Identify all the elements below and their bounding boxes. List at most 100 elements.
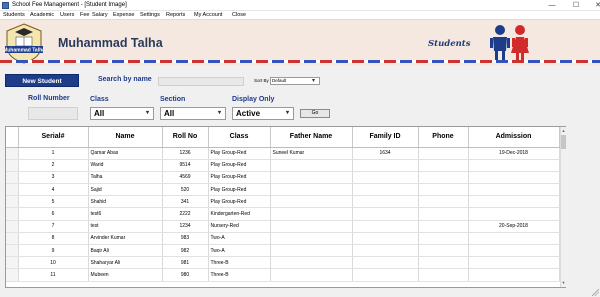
cell-name[interactable]: Arvinder Kumar <box>88 232 163 246</box>
cell-roll-no[interactable]: 1236 <box>162 147 209 160</box>
new-student-button[interactable]: New Student <box>5 74 79 87</box>
scrollbar-thumb[interactable] <box>561 135 566 149</box>
menu-expense[interactable]: Expense <box>113 11 134 20</box>
cell-roll-no[interactable]: 9514 <box>162 159 209 172</box>
scroll-up-icon[interactable]: ▲ <box>560 127 567 134</box>
cell-admission[interactable] <box>468 159 560 172</box>
row-selector[interactable] <box>6 244 19 258</box>
section-select[interactable]: All ▾ <box>160 107 226 120</box>
cell-family-id[interactable] <box>352 195 419 209</box>
cell-family-id[interactable] <box>352 220 419 233</box>
menu-settings[interactable]: Settings <box>140 11 160 20</box>
table-row[interactable]: 9 Baqir Ali 982 Two-A <box>6 244 560 258</box>
cell-serial[interactable]: 9 <box>18 244 89 258</box>
row-selector[interactable] <box>6 220 19 233</box>
cell-family-id[interactable]: 1634 <box>352 147 419 160</box>
cell-roll-no[interactable]: 981 <box>162 256 209 270</box>
menu-close[interactable]: Close <box>232 11 246 20</box>
column-header-roll-no[interactable]: Roll No <box>162 127 209 148</box>
row-selector[interactable] <box>6 171 19 185</box>
resize-grip-icon[interactable] <box>592 289 599 296</box>
cell-roll-no[interactable]: 4569 <box>162 171 209 185</box>
cell-family-id[interactable] <box>352 244 419 258</box>
cell-family-id[interactable] <box>352 171 419 185</box>
table-row[interactable]: 5 Shahid 341 Play Group-Red <box>6 195 560 209</box>
cell-name[interactable]: Sajid <box>88 183 163 197</box>
cell-name[interactable]: Shaharyar Ali <box>88 256 163 270</box>
cell-class[interactable]: Play Group-Red <box>208 147 271 160</box>
cell-name[interactable]: test <box>88 220 163 233</box>
table-row[interactable]: 2 Warid 9514 Play Group-Red <box>6 159 560 172</box>
students-grid[interactable]: Serial# Name Roll No Class Father Name F… <box>5 126 566 288</box>
cell-admission[interactable] <box>468 171 560 185</box>
cell-phone[interactable] <box>418 244 469 258</box>
cell-admission[interactable] <box>468 183 560 197</box>
row-selector[interactable] <box>6 195 19 209</box>
cell-roll-no[interactable]: 983 <box>162 232 209 246</box>
cell-father-name[interactable] <box>270 159 353 172</box>
cell-name[interactable]: Mubeen <box>88 268 163 282</box>
menu-reports[interactable]: Reports <box>166 11 185 20</box>
column-header-serial[interactable]: Serial# <box>18 127 89 148</box>
cell-serial[interactable]: 2 <box>18 159 89 172</box>
cell-class[interactable]: Play Group-Red <box>208 171 271 185</box>
column-header-phone[interactable]: Phone <box>418 127 469 148</box>
cell-father-name[interactable] <box>270 171 353 185</box>
cell-roll-no[interactable]: 980 <box>162 268 209 282</box>
cell-admission[interactable]: 20-Sep-2018 <box>468 220 560 233</box>
cell-father-name[interactable] <box>270 232 353 246</box>
cell-name[interactable]: Talha <box>88 171 163 185</box>
row-selector[interactable] <box>6 207 19 221</box>
cell-class[interactable]: Play Group-Red <box>208 195 271 209</box>
menu-users[interactable]: Users <box>60 11 74 20</box>
cell-family-id[interactable] <box>352 268 419 282</box>
cell-phone[interactable] <box>418 171 469 185</box>
cell-father-name[interactable] <box>270 256 353 270</box>
cell-phone[interactable] <box>418 220 469 233</box>
cell-roll-no[interactable]: 520 <box>162 183 209 197</box>
cell-serial[interactable]: 1 <box>18 147 89 160</box>
cell-class[interactable]: Play Group-Red <box>208 183 271 197</box>
cell-father-name[interactable] <box>270 268 353 282</box>
cell-class[interactable]: Two-A <box>208 244 271 258</box>
cell-phone[interactable] <box>418 195 469 209</box>
cell-roll-no[interactable]: 2222 <box>162 207 209 221</box>
class-select[interactable]: All ▾ <box>90 107 154 120</box>
cell-serial[interactable]: 7 <box>18 220 89 233</box>
cell-class[interactable]: Nursery-Red <box>208 220 271 233</box>
cell-admission[interactable] <box>468 195 560 209</box>
cell-class[interactable]: Three-B <box>208 256 271 270</box>
cell-father-name[interactable] <box>270 220 353 233</box>
cell-admission[interactable] <box>468 207 560 221</box>
cell-serial[interactable]: 10 <box>18 256 89 270</box>
cell-phone[interactable] <box>418 183 469 197</box>
table-row[interactable]: 4 Sajid 520 Play Group-Red <box>6 183 560 197</box>
row-selector[interactable] <box>6 159 19 172</box>
cell-roll-no[interactable]: 341 <box>162 195 209 209</box>
cell-name[interactable]: Warid <box>88 159 163 172</box>
cell-father-name[interactable] <box>270 244 353 258</box>
row-selector[interactable] <box>6 268 19 282</box>
cell-family-id[interactable] <box>352 207 419 221</box>
scroll-down-icon[interactable]: ▼ <box>560 279 567 286</box>
cell-phone[interactable] <box>418 268 469 282</box>
cell-name[interactable]: Shahid <box>88 195 163 209</box>
column-header-family-id[interactable]: Family ID <box>352 127 419 148</box>
cell-serial[interactable]: 11 <box>18 268 89 282</box>
cell-father-name[interactable]: Suneel Kumar <box>270 147 353 160</box>
table-row[interactable]: 7 test 1234 Nursery-Red 20-Sep-2018 <box>6 220 560 233</box>
cell-admission[interactable] <box>468 244 560 258</box>
menu-fee[interactable]: Fee <box>80 11 89 20</box>
column-header-father-name[interactable]: Father Name <box>270 127 353 148</box>
table-row[interactable]: 10 Shaharyar Ali 981 Three-B <box>6 256 560 270</box>
menu-academic[interactable]: Academic <box>30 11 54 20</box>
cell-phone[interactable] <box>418 256 469 270</box>
cell-admission[interactable]: 19-Dec-2018 <box>468 147 560 160</box>
cell-name[interactable]: test6 <box>88 207 163 221</box>
cell-father-name[interactable] <box>270 195 353 209</box>
cell-class[interactable]: Play Group-Red <box>208 159 271 172</box>
maximize-button[interactable]: ☐ <box>564 0 588 11</box>
cell-admission[interactable] <box>468 232 560 246</box>
row-selector[interactable] <box>6 232 19 246</box>
cell-phone[interactable] <box>418 232 469 246</box>
